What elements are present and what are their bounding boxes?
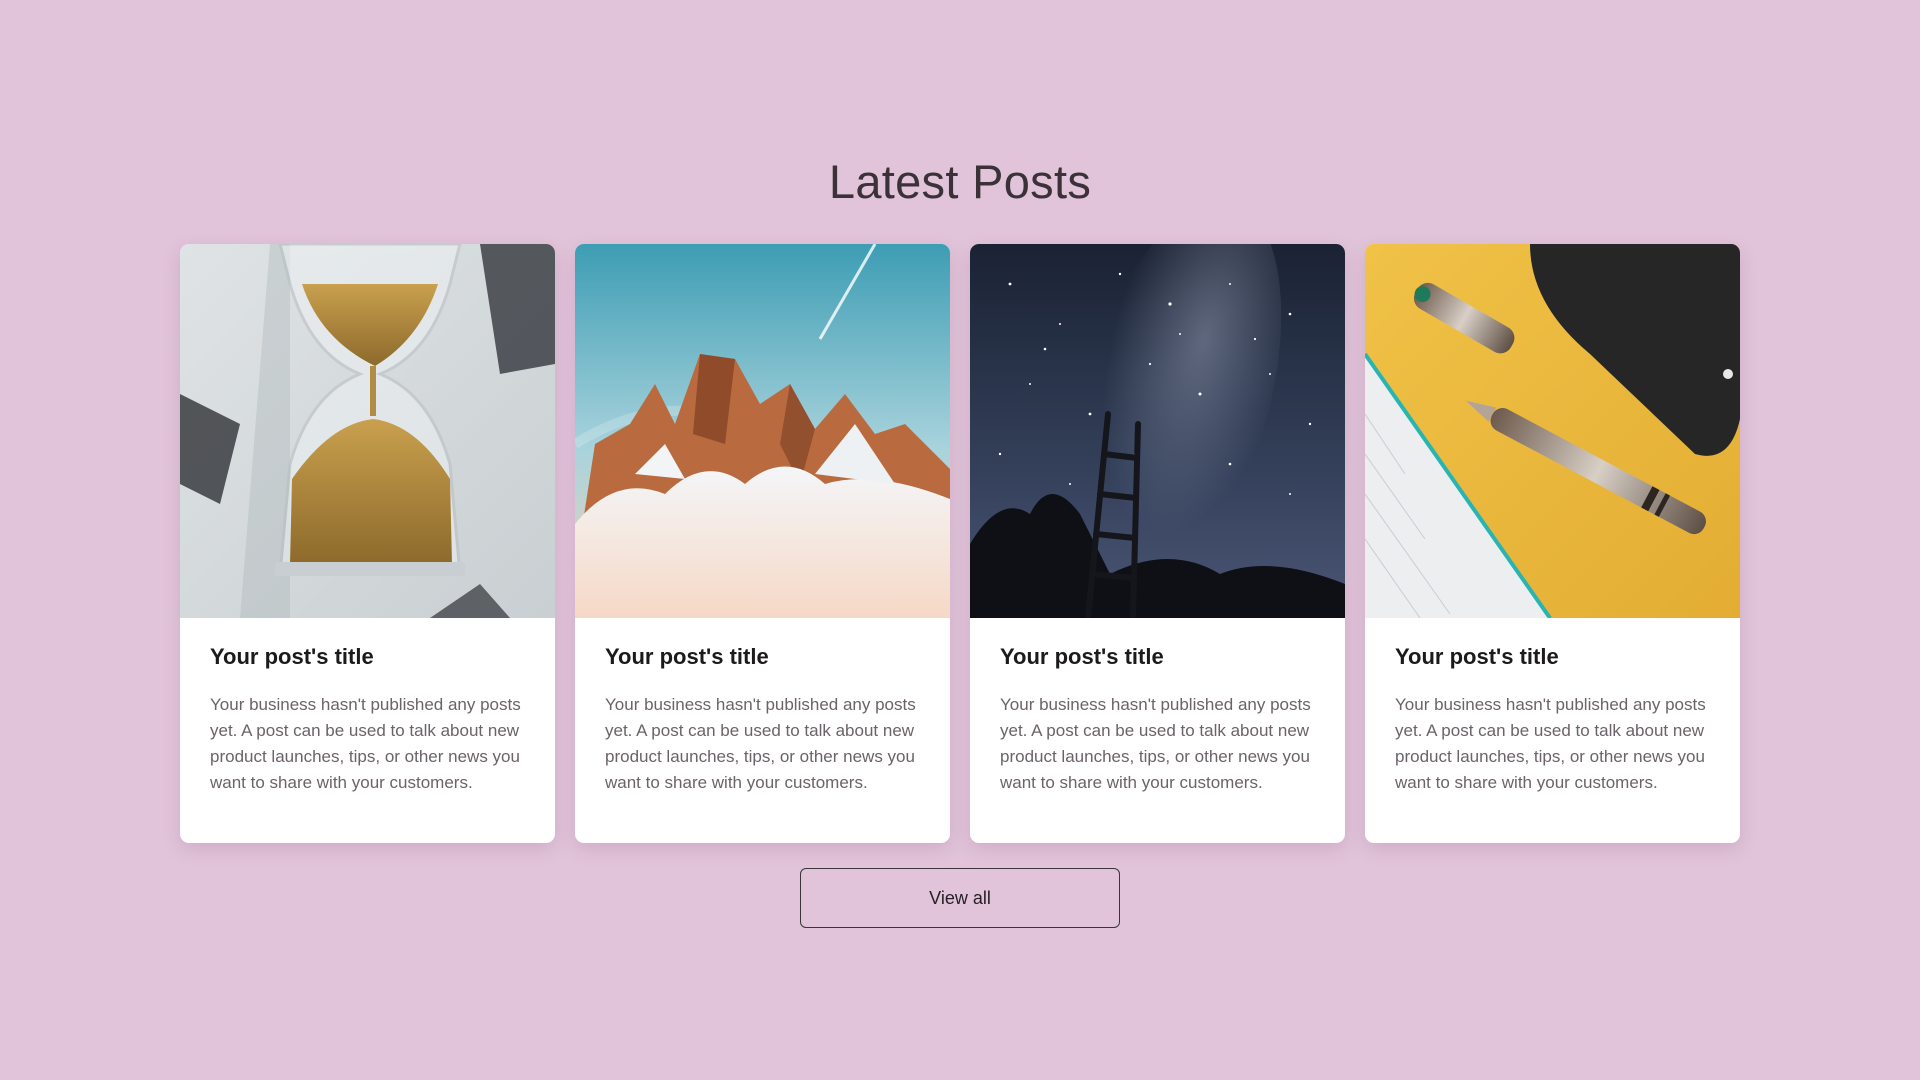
hourglass-image[interactable] bbox=[180, 244, 555, 618]
view-all-button[interactable]: View all bbox=[800, 868, 1120, 928]
fountain-pen-notebook-image[interactable] bbox=[1365, 244, 1740, 618]
post-excerpt: Your business hasn't published any posts… bbox=[1395, 695, 1706, 792]
post-excerpt: Your business hasn't published any posts… bbox=[605, 695, 916, 792]
post-card[interactable]: Your post's title Your business hasn't p… bbox=[180, 244, 555, 843]
post-title[interactable]: Your post's title bbox=[210, 642, 525, 672]
post-title[interactable]: Your post's title bbox=[1000, 642, 1315, 672]
post-excerpt: Your business hasn't published any posts… bbox=[1000, 695, 1311, 792]
posts-grid: Your post's title Your business hasn't p… bbox=[180, 244, 1740, 843]
post-title[interactable]: Your post's title bbox=[605, 642, 920, 672]
post-card[interactable]: Your post's title Your business hasn't p… bbox=[970, 244, 1345, 843]
snowy-mountain-image[interactable] bbox=[575, 244, 950, 618]
post-card[interactable]: Your post's title Your business hasn't p… bbox=[1365, 244, 1740, 843]
night-sky-ladder-image[interactable] bbox=[970, 244, 1345, 618]
section-title: Latest Posts bbox=[828, 155, 1092, 208]
post-card[interactable]: Your post's title Your business hasn't p… bbox=[575, 244, 950, 843]
post-title[interactable]: Your post's title bbox=[1395, 642, 1710, 672]
post-excerpt: Your business hasn't published any posts… bbox=[210, 695, 521, 792]
